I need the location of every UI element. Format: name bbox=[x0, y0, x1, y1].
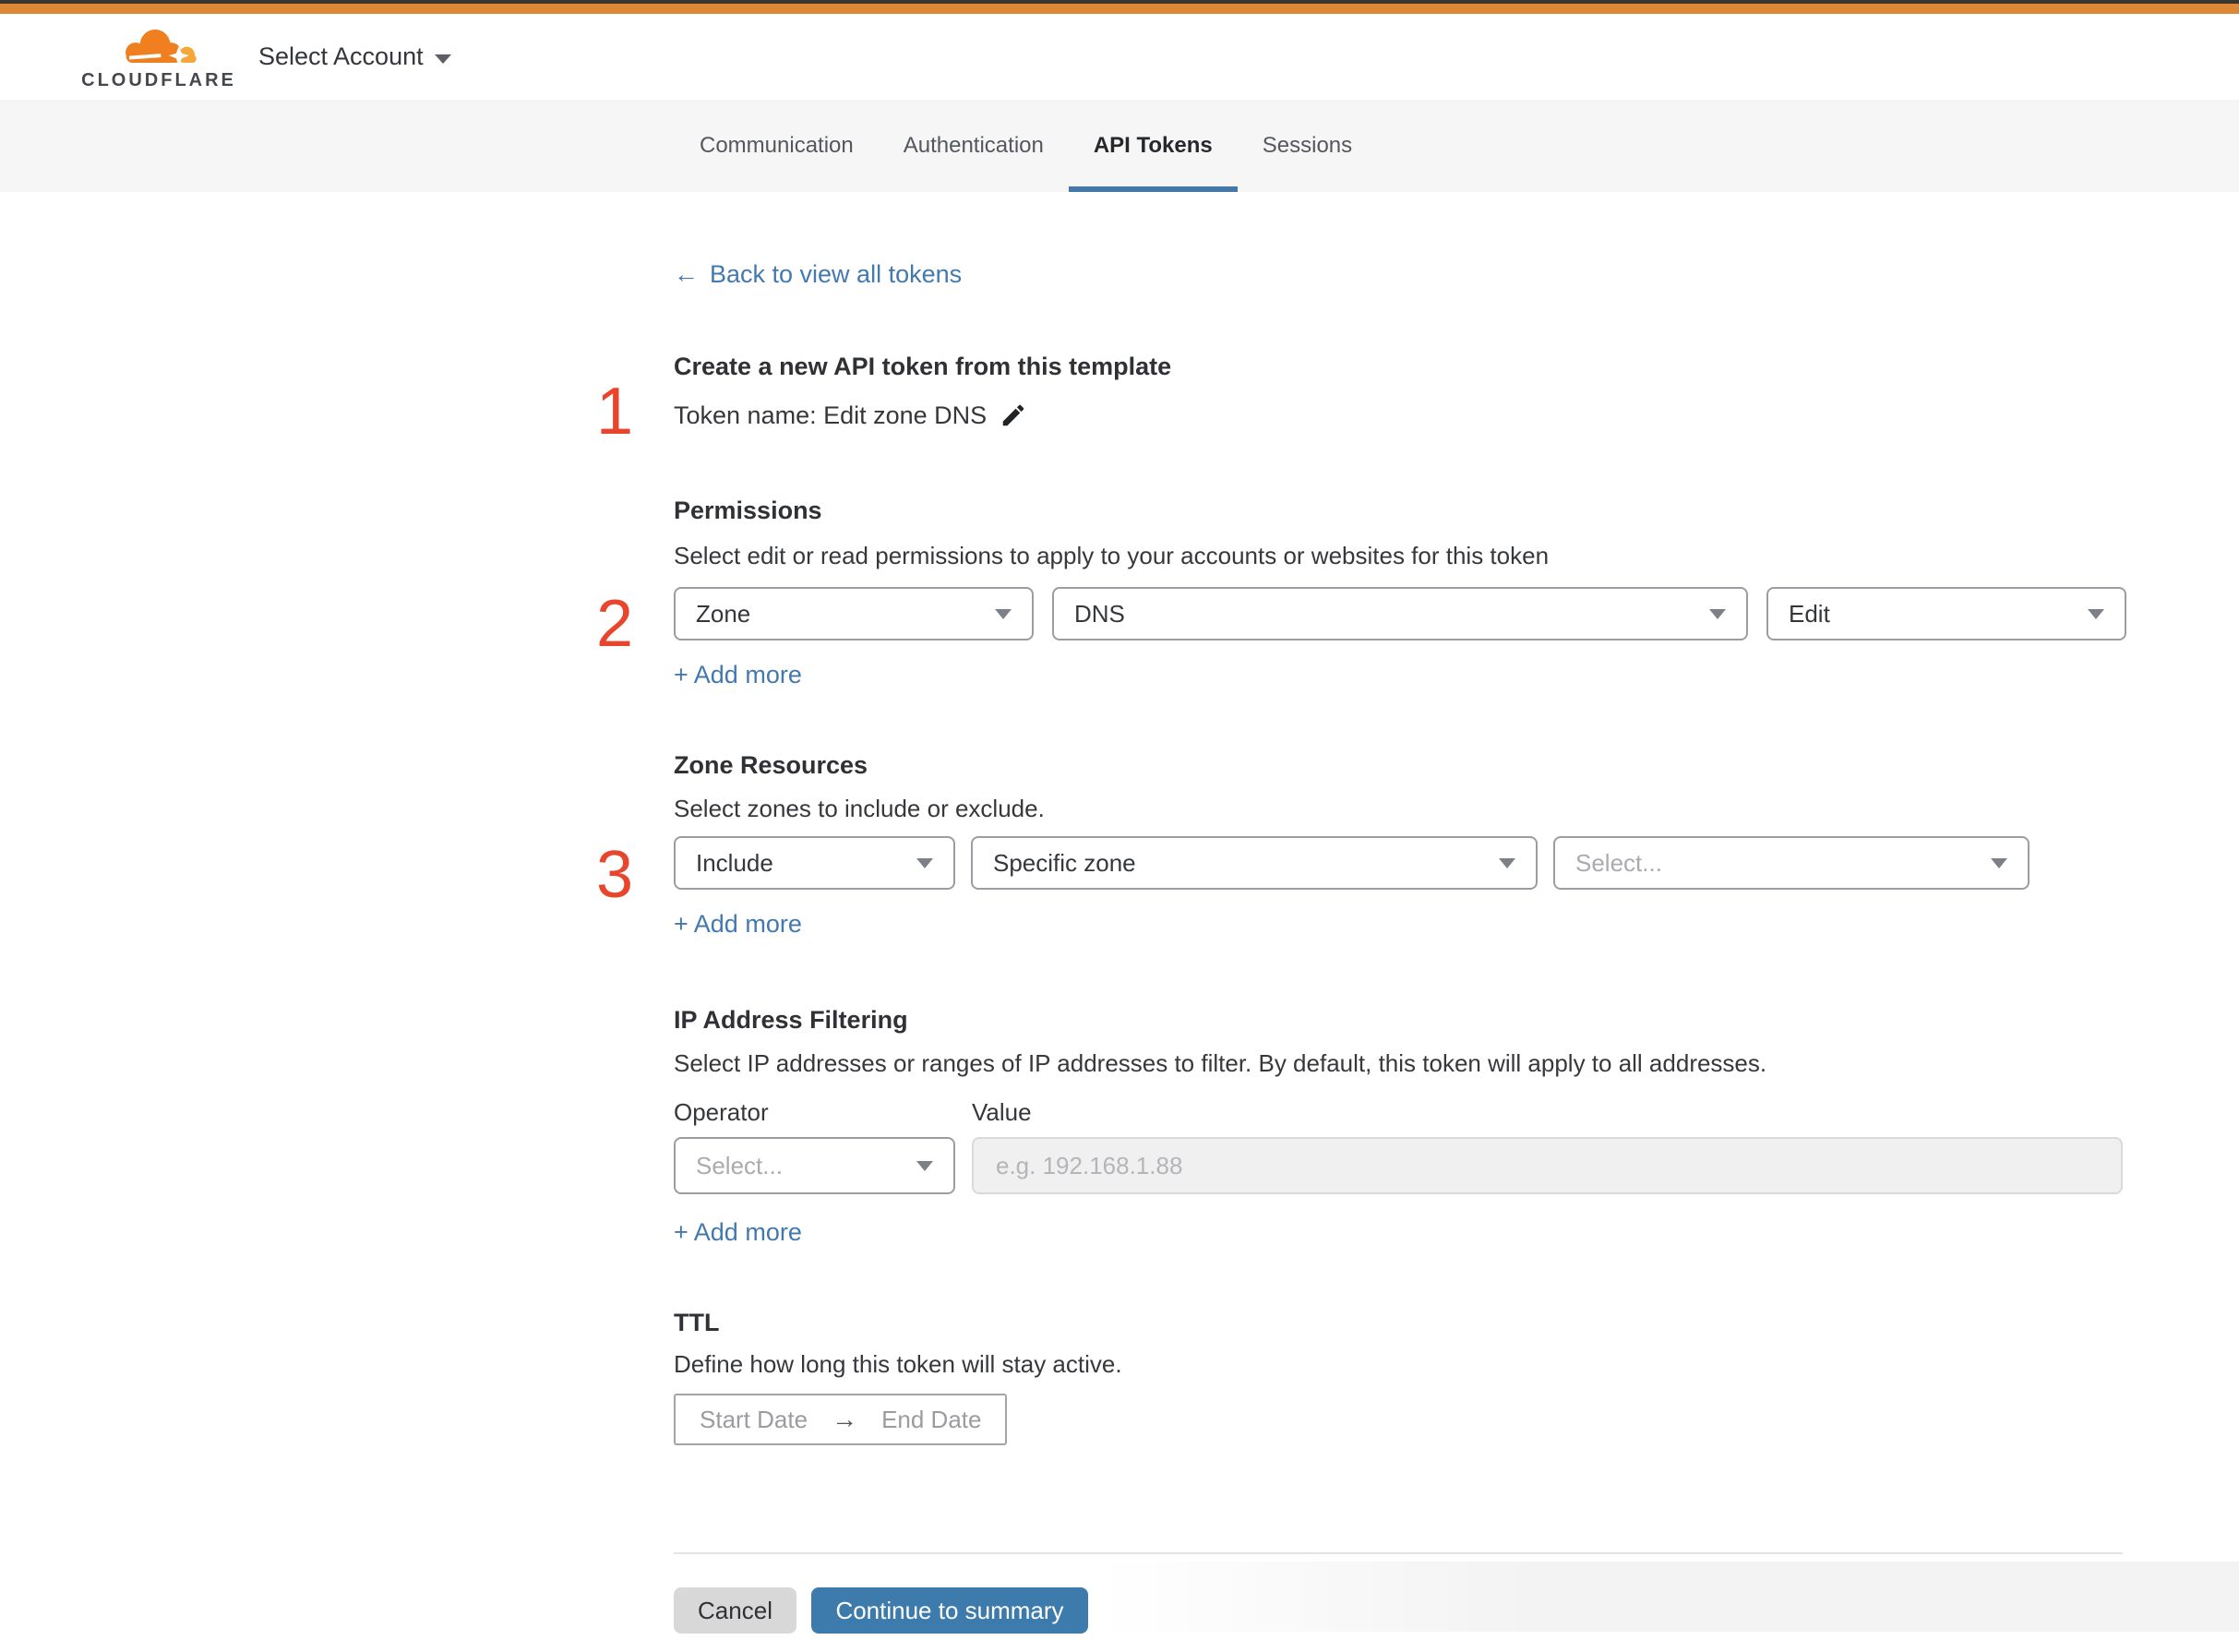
zone-type-select[interactable]: Specific zone bbox=[971, 836, 1538, 890]
tab-sessions[interactable]: Sessions bbox=[1238, 100, 1377, 192]
app-header: CLOUDFLARE Select Account bbox=[0, 14, 2239, 100]
permission-access-value: Edit bbox=[1789, 599, 1830, 628]
tab-label: Communication bbox=[700, 133, 854, 158]
permission-scope-select[interactable]: Zone bbox=[674, 587, 1034, 640]
ip-operator-placeholder: Select... bbox=[696, 1151, 783, 1179]
ip-filtering-section: IP Address Filtering Select IP addresses… bbox=[674, 1004, 2123, 1248]
ip-operator-select[interactable]: Select... bbox=[674, 1137, 955, 1194]
value-label: Value bbox=[972, 1098, 1032, 1126]
ttl-section: TTL Define how long this token will stay… bbox=[674, 1307, 2123, 1445]
chevron-down-icon bbox=[2088, 608, 2104, 619]
chevron-down-icon bbox=[916, 857, 933, 868]
back-link-label: Back to view all tokens bbox=[710, 260, 963, 288]
ttl-description: Define how long this token will stay act… bbox=[674, 1350, 1122, 1378]
permissions-add-more-link[interactable]: + Add more bbox=[674, 659, 802, 690]
account-selector-label: Select Account bbox=[258, 42, 424, 70]
tab-api-tokens[interactable]: API Tokens bbox=[1068, 100, 1238, 192]
chevron-down-icon bbox=[1499, 857, 1515, 868]
permissions-description: Select edit or read permissions to apply… bbox=[674, 542, 1550, 569]
cloudflare-cloud-icon bbox=[126, 29, 197, 66]
chevron-down-icon bbox=[434, 54, 451, 64]
browser-accent-bar bbox=[0, 4, 2239, 14]
chevron-down-icon bbox=[1709, 608, 1726, 619]
start-date-label: Start Date bbox=[700, 1405, 808, 1433]
pencil-icon bbox=[1002, 404, 1024, 426]
zone-mode-value: Include bbox=[696, 848, 773, 877]
token-name-text: Token name: Edit zone DNS bbox=[674, 401, 988, 429]
cloudflare-wordmark: CLOUDFLARE bbox=[81, 69, 236, 90]
ip-filtering-add-more-link[interactable]: + Add more bbox=[674, 1216, 802, 1248]
cancel-button[interactable]: Cancel bbox=[674, 1587, 796, 1634]
tab-label: Authentication bbox=[903, 133, 1044, 158]
ip-filtering-title: IP Address Filtering bbox=[674, 1006, 908, 1034]
permission-resource-select[interactable]: DNS bbox=[1052, 587, 1748, 640]
date-range-picker[interactable]: Start Date → End Date bbox=[674, 1394, 1008, 1445]
zone-resources-description: Select zones to include or exclude. bbox=[674, 795, 1045, 822]
ip-filtering-description: Select IP addresses or ranges of IP addr… bbox=[674, 1049, 1767, 1077]
footer-divider bbox=[674, 1552, 2123, 1554]
ip-value-input[interactable] bbox=[972, 1137, 2123, 1194]
permissions-title: Permissions bbox=[674, 497, 822, 524]
permission-access-select[interactable]: Edit bbox=[1766, 587, 2126, 640]
permission-resource-value: DNS bbox=[1074, 599, 1125, 628]
zone-resources-add-more-link[interactable]: + Add more bbox=[674, 908, 802, 940]
ttl-title: TTL bbox=[674, 1309, 720, 1336]
back-to-tokens-link[interactable]: ← Back to view all tokens bbox=[674, 258, 962, 290]
operator-label: Operator bbox=[674, 1098, 769, 1126]
zone-select[interactable]: Select... bbox=[1553, 836, 2029, 890]
tab-authentication[interactable]: Authentication bbox=[879, 100, 1069, 192]
end-date-label: End Date bbox=[881, 1405, 982, 1433]
zone-mode-select[interactable]: Include bbox=[674, 836, 955, 890]
permission-scope-value: Zone bbox=[696, 599, 751, 628]
cloudflare-logo: CLOUDFLARE bbox=[81, 23, 233, 91]
chevron-down-icon bbox=[916, 1160, 933, 1171]
tab-label: Sessions bbox=[1262, 133, 1353, 158]
step-2-marker: 2 bbox=[596, 587, 634, 661]
zone-resources-section: 3 Zone Resources Select zones to include… bbox=[596, 749, 2123, 940]
main-content: ← Back to view all tokens 1 Create a new… bbox=[596, 192, 2126, 1652]
account-selector[interactable]: Select Account bbox=[258, 42, 451, 71]
tab-bar: Communication Authentication API Tokens … bbox=[0, 100, 2239, 192]
back-arrow-icon: ← bbox=[674, 260, 699, 288]
tab-communication[interactable]: Communication bbox=[675, 100, 879, 192]
zone-type-value: Specific zone bbox=[993, 848, 1136, 877]
step-1-marker: 1 bbox=[596, 375, 634, 449]
edit-token-name-button[interactable] bbox=[1000, 401, 1027, 429]
page-title: Create a new API token from this templat… bbox=[674, 353, 1172, 380]
chevron-down-icon bbox=[1991, 857, 2007, 868]
footer-actions: Cancel Continue to summary bbox=[674, 1587, 2123, 1652]
chevron-down-icon bbox=[995, 608, 1012, 619]
arrow-right-icon: → bbox=[832, 1405, 858, 1433]
tab-label: API Tokens bbox=[1093, 133, 1213, 158]
zone-select-placeholder: Select... bbox=[1575, 848, 1662, 877]
continue-to-summary-button[interactable]: Continue to summary bbox=[811, 1587, 1088, 1634]
template-section: 1 Create a new API token from this templ… bbox=[596, 351, 2123, 445]
step-3-marker: 3 bbox=[596, 838, 634, 912]
zone-resources-title: Zone Resources bbox=[674, 751, 868, 779]
permissions-section: 2 Permissions Select edit or read permis… bbox=[596, 495, 2126, 690]
